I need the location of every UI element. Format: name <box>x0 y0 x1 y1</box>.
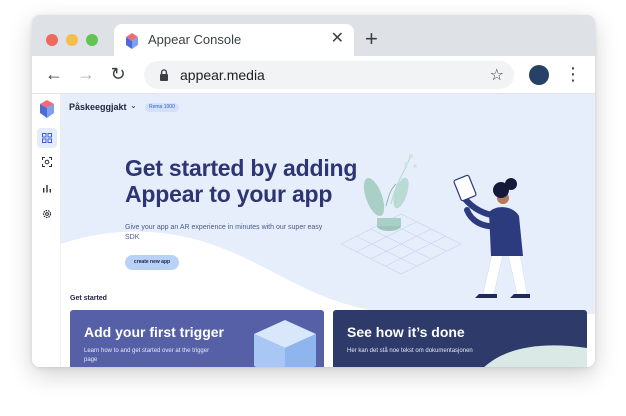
maximize-window-button[interactable] <box>86 34 98 46</box>
tab-close-icon[interactable]: ✕ <box>331 30 344 48</box>
main-content: Påskeeggjakt ⌄ Rema 1000 Get started by … <box>61 94 595 367</box>
cube-illustration <box>254 320 316 367</box>
url-text: appear.media <box>180 67 265 83</box>
card-wave-illustration <box>484 345 587 367</box>
card-description: Learn how to and get started over at the… <box>84 348 210 363</box>
screenshot-stage: Appear Console ✕ + ← → ↻ appear.media ☆ … <box>0 0 626 416</box>
plant-graphic <box>363 153 417 231</box>
close-window-button[interactable] <box>46 34 58 46</box>
address-bar[interactable]: appear.media ☆ <box>144 61 514 89</box>
forward-arrow-icon[interactable]: → <box>76 64 96 84</box>
card-description: Her kan det stå noe tekst om dokumentasj… <box>347 348 473 354</box>
person-graphic <box>453 174 530 298</box>
minimize-window-button[interactable] <box>66 34 78 46</box>
analytics-bars-icon <box>43 185 51 193</box>
dashboard-grid-icon <box>42 133 52 143</box>
see-how-its-done-card[interactable]: See how it’s done Her kan det stå noe te… <box>333 310 587 367</box>
card-title: See how it’s done <box>347 324 465 340</box>
lock-icon <box>160 69 168 81</box>
appear-logo-icon <box>40 100 54 118</box>
bookmark-star-icon[interactable]: ☆ <box>490 65 504 85</box>
reload-icon[interactable]: ↻ <box>108 64 128 84</box>
profile-avatar[interactable] <box>529 65 549 85</box>
sidebar <box>32 94 61 367</box>
sidebar-item-settings[interactable] <box>37 204 57 224</box>
add-first-trigger-card[interactable]: Add your first trigger Learn how to and … <box>70 310 324 367</box>
browser-menu-icon[interactable]: ⋮ <box>564 62 582 86</box>
get-started-heading: Get started <box>70 295 107 302</box>
sidebar-item-dashboard[interactable] <box>37 128 57 148</box>
sidebar-item-analytics[interactable] <box>37 178 57 198</box>
appear-console-app: Påskeeggjakt ⌄ Rema 1000 Get started by … <box>32 94 595 367</box>
browser-window: Appear Console ✕ + ← → ↻ appear.media ☆ … <box>32 15 595 367</box>
sidebar-item-ar-triggers[interactable] <box>37 152 57 172</box>
tab-title: Appear Console <box>148 32 242 47</box>
new-tab-icon[interactable]: + <box>365 28 378 50</box>
ar-scan-icon <box>42 157 52 167</box>
browser-toolbar: ← → ↻ appear.media ☆ ⋮ <box>32 56 595 94</box>
tab-appear-console[interactable]: Appear Console ✕ <box>114 24 354 56</box>
appear-favicon-icon <box>126 33 138 49</box>
tab-strip: Appear Console ✕ + <box>32 15 595 56</box>
back-arrow-icon[interactable]: ← <box>44 64 64 84</box>
card-title: Add your first trigger <box>84 324 225 340</box>
settings-gear-icon <box>42 209 52 219</box>
